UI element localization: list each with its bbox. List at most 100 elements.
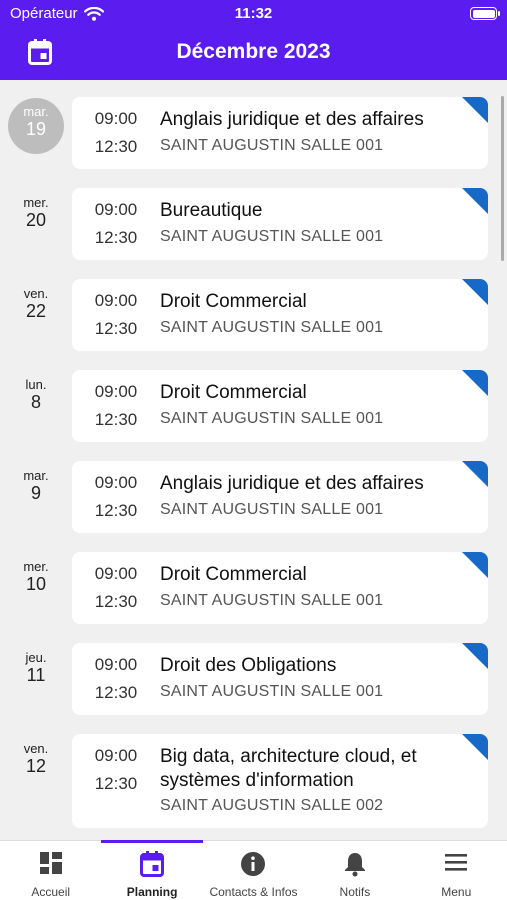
corner-tag-icon (462, 734, 488, 760)
event-card[interactable]: 09:00 12:30 Droit des Obligations SAINT AUG… (72, 643, 488, 715)
tab-accueil[interactable]: Accueil (0, 841, 101, 900)
event-room: SAINT AUGUSTIN SALLE 001 (160, 319, 384, 336)
start-time: 09:00 (94, 200, 138, 219)
app-header: Opérateur 11:32 Décembre 2023 (0, 0, 507, 80)
start-time: 09:00 (94, 382, 138, 401)
event-times: 09:00 12:30 (72, 746, 160, 802)
day-of-week: mar. (23, 468, 49, 483)
tab-notifs[interactable]: Notifs (304, 841, 405, 900)
start-time: 09:00 (94, 746, 138, 765)
event-card[interactable]: 09:00 12:30 Bureautique SAINT AUGUSTIN SALL… (72, 188, 488, 260)
bell-icon (304, 851, 405, 877)
tab-label: Contacts & Infos (209, 885, 298, 899)
start-time: 09:00 (94, 473, 138, 492)
event-times: 09:00 12:30 (72, 291, 160, 347)
event-date: jeu. 11 (8, 644, 64, 700)
day-of-week: lun. (25, 377, 47, 392)
calendar-icon (101, 851, 202, 877)
day-of-week: jeu. (25, 650, 47, 665)
event-room: SAINT AUGUSTIN SALLE 002 (160, 797, 384, 814)
event-times: 09:00 12:30 (72, 382, 160, 438)
event-subject: Big data, architecture cloud, et système… (160, 746, 417, 791)
day-number: 19 (25, 119, 47, 139)
month-title: Décembre 2023 (176, 40, 331, 63)
day-number: 11 (26, 665, 46, 685)
event-room: SAINT AUGUSTIN SALLE 001 (160, 410, 384, 427)
battery-icon (470, 7, 500, 20)
event-date: lun. 8 (8, 371, 64, 427)
corner-tag-icon (462, 279, 488, 305)
status-bar: Opérateur 11:32 (0, 0, 507, 28)
event-subject: Droit Commercial (160, 382, 307, 403)
day-number: 22 (25, 301, 47, 321)
start-time: 09:00 (94, 109, 138, 128)
corner-tag-icon (462, 643, 488, 669)
start-time: 09:00 (94, 564, 138, 583)
tab-label: Accueil (31, 885, 71, 899)
scrollbar[interactable] (501, 96, 504, 261)
tab-planning[interactable]: Planning (101, 840, 204, 900)
end-time: 12:30 (94, 774, 138, 793)
event-room: SAINT AUGUSTIN SALLE 001 (160, 137, 384, 154)
end-time: 12:30 (94, 501, 138, 520)
corner-tag-icon (462, 97, 488, 123)
corner-tag-icon (462, 461, 488, 487)
corner-tag-icon (462, 370, 488, 396)
day-of-week: ven. (23, 286, 49, 301)
event-subject: Anglais juridique et des affaires (160, 109, 424, 130)
end-time: 12:30 (94, 683, 138, 702)
tab-label: Menu (441, 885, 472, 899)
event-times: 09:00 12:30 (72, 200, 160, 256)
event-times: 09:00 12:30 (72, 109, 160, 165)
event-room: SAINT AUGUSTIN SALLE 001 (160, 501, 384, 518)
event-subject: Anglais juridique et des affaires (160, 473, 424, 494)
event-date: mer. 20 (8, 189, 64, 245)
event-times: 09:00 12:30 (72, 655, 160, 711)
event-date: mer. 10 (8, 553, 64, 609)
end-time: 12:30 (94, 228, 138, 247)
event-date: ven. 22 (8, 280, 64, 336)
event-card[interactable]: 09:00 12:30 Anglais juridique et des affai… (72, 461, 488, 533)
event-times: 09:00 12:30 (72, 473, 160, 529)
event-subject: Droit Commercial (160, 291, 307, 312)
day-number: 8 (30, 392, 41, 412)
event-card[interactable]: 09:00 12:30 Droit Commercial SAINT AUGUSTIN… (72, 370, 488, 442)
event-card[interactable]: 09:00 12:30 Droit Commercial SAINT AUGUSTIN… (72, 279, 488, 351)
event-times: 09:00 12:30 (72, 564, 160, 620)
day-of-week: mar. (23, 104, 49, 119)
day-of-week: mer. (23, 195, 49, 210)
end-time: 12:30 (94, 137, 138, 156)
corner-tag-icon (462, 188, 488, 214)
start-time: 09:00 (94, 655, 138, 674)
event-card[interactable]: 09:00 12:30 Droit Commercial SAINT AUGUSTIN… (72, 552, 488, 624)
tab-label: Planning (126, 885, 178, 899)
event-card[interactable]: 09:00 12:30 Anglais juridique et des affai… (72, 97, 488, 169)
event-room: SAINT AUGUSTIN SALLE 001 (160, 228, 384, 245)
day-number: 12 (25, 756, 47, 776)
tab-contacts-infos[interactable]: Contacts & Infos (203, 841, 304, 900)
event-card[interactable]: 09:00 12:30 Big data, architecture cloud, … (72, 734, 488, 828)
event-room: SAINT AUGUSTIN SALLE 001 (160, 683, 384, 700)
end-time: 12:30 (94, 410, 138, 429)
tab-bar: Accueil Planning Contacts & Infos Notifs Men… (0, 840, 507, 900)
end-time: 12:30 (94, 592, 138, 611)
event-subject: Droit des Obligations (160, 655, 337, 676)
tab-label: Notifs (339, 885, 371, 899)
event-subject: Bureautique (160, 200, 263, 221)
day-of-week: ven. (23, 741, 49, 756)
dashboard-icon (0, 851, 101, 877)
day-number: 20 (25, 210, 47, 230)
event-subject: Droit Commercial (160, 564, 307, 585)
info-icon (203, 851, 304, 877)
event-date: ven. 12 (8, 735, 64, 791)
corner-tag-icon (462, 552, 488, 578)
day-number: 9 (30, 483, 41, 503)
tab-menu[interactable]: Menu (406, 841, 507, 900)
day-of-week: mer. (23, 559, 49, 574)
start-time: 09:00 (94, 291, 138, 310)
end-time: 12:30 (94, 319, 138, 338)
hamburger-icon (406, 851, 507, 877)
event-date: mar. 9 (8, 462, 64, 518)
event-list[interactable]: mar. 19 09:00 12:30 Anglais juridique et des… (0, 80, 507, 840)
today-date-badge: mar. 19 (8, 98, 64, 154)
